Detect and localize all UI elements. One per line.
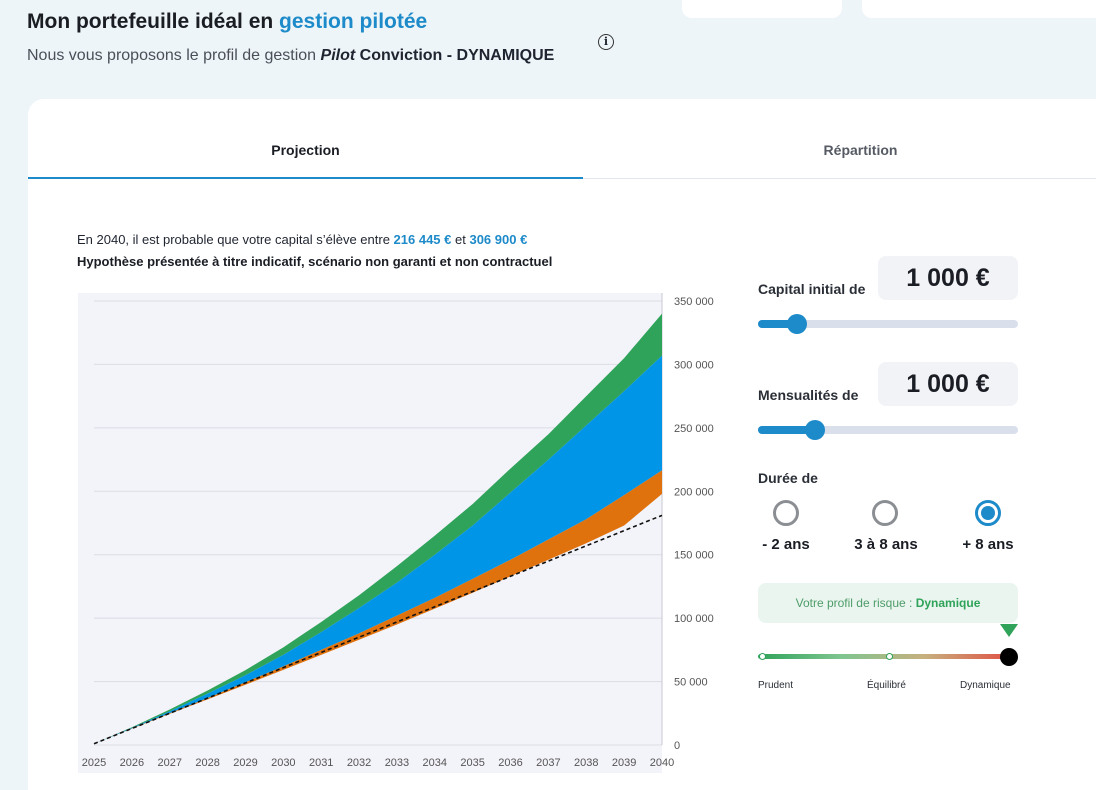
x-tick-label: 2031 bbox=[309, 757, 333, 769]
projection-chart-svg: 0 50 000 100 000 150 000 200 000 250 000 300 0… bbox=[78, 293, 718, 773]
capital-label: Capital initial de bbox=[758, 281, 866, 297]
x-tick-label: 2036 bbox=[498, 757, 522, 769]
y-tick-label: 300 000 bbox=[674, 359, 714, 371]
duration-radio-short[interactable] bbox=[773, 500, 799, 526]
duration-radio-medium[interactable] bbox=[872, 500, 898, 526]
x-tick-label: 2040 bbox=[650, 757, 674, 769]
x-tick-label: 2027 bbox=[157, 757, 181, 769]
x-tick-label: 2025 bbox=[82, 757, 106, 769]
page-title: Mon portefeuille idéal en gestion piloté… bbox=[27, 10, 428, 33]
y-tick-label: 100 000 bbox=[674, 613, 714, 625]
duration-radio-long[interactable] bbox=[975, 500, 1001, 526]
y-tick-label: 200 000 bbox=[674, 486, 714, 498]
x-tick-label: 2030 bbox=[271, 757, 295, 769]
capital-slider-thumb[interactable] bbox=[787, 314, 807, 334]
tab-repartition[interactable]: Répartition bbox=[583, 99, 1096, 179]
duration-label: Durée de bbox=[758, 470, 818, 486]
x-tick-label: 2037 bbox=[536, 757, 560, 769]
y-tick-label: 50 000 bbox=[674, 677, 708, 689]
risk-label-equilibre: Équilibré bbox=[867, 680, 906, 691]
high-value: 306 900 € bbox=[469, 232, 528, 247]
risk-profile-value: Dynamique bbox=[915, 596, 981, 610]
pilot-label: Pilot bbox=[320, 47, 356, 64]
y-tick-label: 350 000 bbox=[674, 296, 714, 308]
monthly-label: Mensualités de bbox=[758, 387, 859, 403]
risk-scale-bar bbox=[758, 654, 1008, 659]
x-tick-label: 2026 bbox=[120, 757, 144, 769]
duration-option-medium[interactable]: 3 à 8 ans bbox=[836, 536, 936, 553]
y-tick-label: 250 000 bbox=[674, 423, 714, 435]
risk-label-prudent: Prudent bbox=[758, 680, 794, 691]
monthly-slider[interactable] bbox=[758, 420, 1018, 440]
page-subtitle: Nous vous proposons le profil de gestion… bbox=[27, 47, 555, 64]
disclaimer: Hypothèse présentée à titre indicatif, s… bbox=[77, 254, 553, 269]
risk-label-dynamique: Dynamique bbox=[960, 680, 1011, 691]
duration-option-short[interactable]: - 2 ans bbox=[736, 536, 836, 553]
tab-projection[interactable]: Projection bbox=[28, 99, 583, 179]
x-tick-label: 2029 bbox=[233, 757, 257, 769]
tab-bar: Projection Répartition bbox=[28, 99, 1096, 179]
page-title-accent: gestion pilotée bbox=[279, 10, 428, 33]
x-tick-label: 2032 bbox=[347, 757, 371, 769]
risk-profile-box: Votre profil de risque : Dynamique bbox=[758, 583, 1018, 623]
x-tick-label: 2028 bbox=[195, 757, 219, 769]
y-tick-label: 0 bbox=[674, 740, 680, 752]
y-tick-label: 150 000 bbox=[674, 550, 714, 562]
x-tick-label: 2039 bbox=[612, 757, 636, 769]
projection-summary: En 2040, il est probable que votre capit… bbox=[77, 232, 528, 247]
risk-pointer-icon bbox=[1000, 624, 1018, 637]
risk-level-thumb[interactable] bbox=[1000, 648, 1018, 666]
top-card-left bbox=[682, 0, 842, 18]
risk-dot-equilibre bbox=[886, 653, 893, 660]
info-icon[interactable]: i bbox=[598, 34, 614, 50]
duration-option-long[interactable]: + 8 ans bbox=[938, 536, 1038, 553]
low-value: 216 445 € bbox=[393, 232, 452, 247]
x-tick-label: 2035 bbox=[460, 757, 484, 769]
x-tick-label: 2038 bbox=[574, 757, 598, 769]
x-tick-label: 2033 bbox=[385, 757, 409, 769]
capital-slider[interactable] bbox=[758, 314, 1018, 334]
profile-name: Conviction - DYNAMIQUE bbox=[359, 47, 555, 64]
monthly-amount[interactable]: 1 000 € bbox=[878, 362, 1018, 406]
x-tick-label: 2034 bbox=[423, 757, 447, 769]
capital-amount[interactable]: 1 000 € bbox=[878, 256, 1018, 300]
risk-dot-prudent bbox=[759, 653, 766, 660]
top-card-right bbox=[862, 0, 1096, 18]
projection-chart: 0 50 000 100 000 150 000 200 000 250 000 300 0… bbox=[78, 293, 718, 773]
